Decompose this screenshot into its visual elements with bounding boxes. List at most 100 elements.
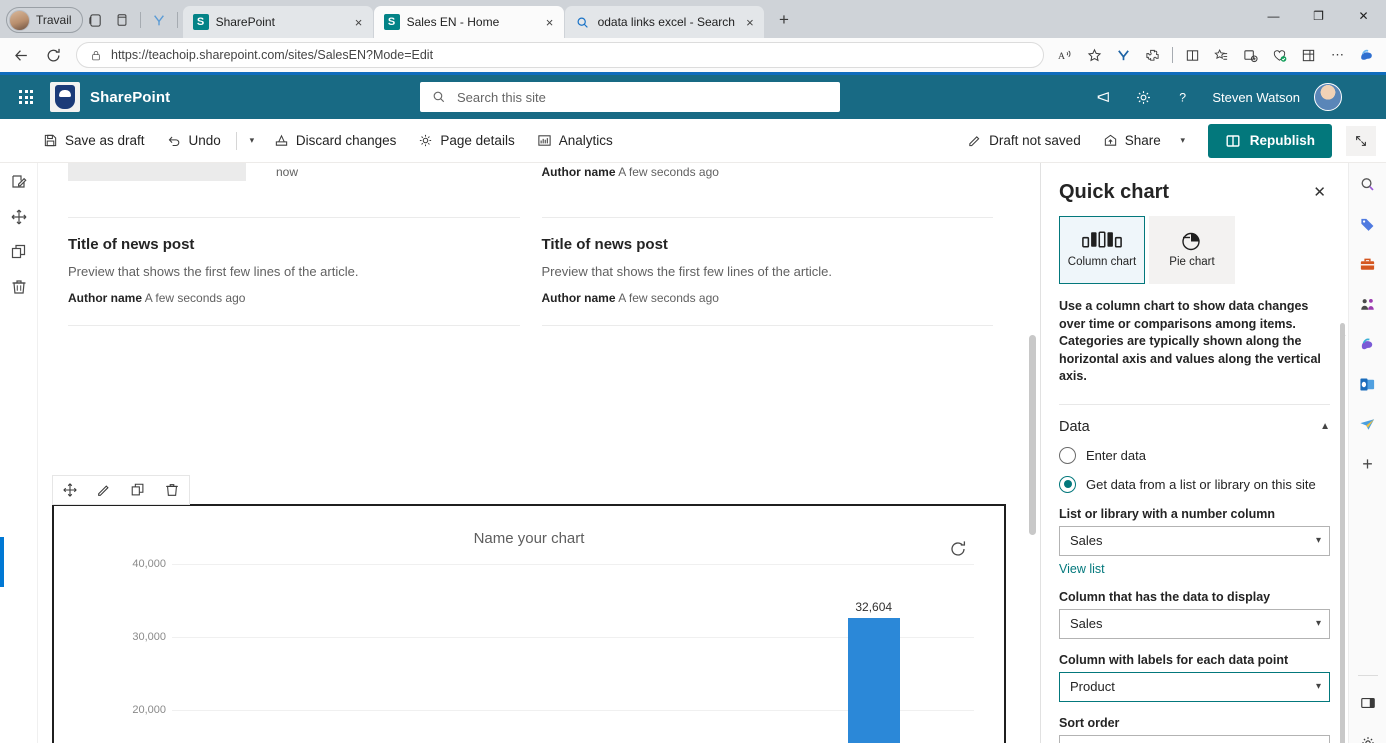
tag-icon[interactable]: [1355, 211, 1381, 237]
radio-button[interactable]: [1059, 475, 1076, 493]
republish-button[interactable]: Republish: [1207, 123, 1332, 158]
browser-tab-sales-en-home[interactable]: Sales EN - Home ×: [373, 6, 564, 38]
back-icon[interactable]: [6, 41, 36, 69]
browser-profile-button[interactable]: Travail: [6, 7, 83, 33]
share-button[interactable]: Share: [1094, 125, 1170, 157]
megaphone-icon[interactable]: [1087, 80, 1121, 114]
search-icon[interactable]: [1355, 171, 1381, 197]
chart-bar-group[interactable]: 786: [773, 564, 840, 743]
quick-chart-webpart[interactable]: Name your chart 010,00020,00030,00040,00…: [52, 504, 1006, 743]
close-icon[interactable]: ✕: [1309, 181, 1330, 203]
news-card[interactable]: Title of news post Preview that shows th…: [68, 218, 520, 305]
window-maximize-button[interactable]: ❐: [1296, 0, 1341, 32]
site-search-box[interactable]: Search this site: [420, 82, 840, 112]
browser-essentials-icon[interactable]: [1237, 42, 1264, 68]
refresh-chart-icon[interactable]: [948, 539, 968, 559]
chart-bar-group[interactable]: 5,273: [707, 564, 774, 743]
help-question-icon[interactable]: ?: [1165, 80, 1199, 114]
more-options-icon[interactable]: ⋯: [1324, 42, 1351, 68]
list-or-library-dropdown[interactable]: Sales ▾: [1059, 525, 1330, 556]
radio-get-data-from-list[interactable]: Get data from a list or library on this …: [1041, 464, 1348, 493]
chart-bar-group[interactable]: 7,895: [172, 564, 239, 743]
read-aloud-icon[interactable]: A: [1052, 42, 1079, 68]
copilot-icon[interactable]: [1355, 331, 1381, 357]
data-column-dropdown[interactable]: Sales ▾: [1059, 608, 1330, 639]
radio-button[interactable]: [1059, 446, 1076, 464]
browser-tab-odata-search[interactable]: odata links excel - Search ×: [564, 6, 764, 38]
address-bar[interactable]: https://teachoip.sharepoint.com/sites/Sa…: [76, 42, 1044, 68]
vertical-tabs-icon[interactable]: [109, 7, 135, 33]
chart-bar-group[interactable]: 32,604: [840, 564, 907, 743]
move-section-icon[interactable]: [8, 206, 30, 228]
duplicate-section-icon[interactable]: [8, 241, 30, 263]
edit-section-icon[interactable]: [8, 171, 30, 193]
chart-bar-group[interactable]: 4,260: [573, 564, 640, 743]
outlook-icon[interactable]: [1355, 371, 1381, 397]
app-launcher-icon[interactable]: [6, 77, 46, 117]
panel-toggle-icon[interactable]: [1355, 690, 1381, 716]
chart-type-column-chart[interactable]: Column chart: [1059, 216, 1145, 284]
undo-button[interactable]: Undo: [158, 125, 230, 157]
view-list-link[interactable]: View list: [1041, 556, 1348, 576]
move-webpart-icon[interactable]: [53, 476, 87, 504]
labels-column-dropdown[interactable]: Product ▾: [1059, 671, 1330, 702]
sort-order-dropdown[interactable]: No sort ▾: [1059, 734, 1330, 743]
window-minimize-button[interactable]: —: [1251, 0, 1296, 32]
chart-bar-group[interactable]: 2,107: [306, 564, 373, 743]
tab-close-icon[interactable]: ×: [542, 15, 558, 30]
reload-icon[interactable]: [38, 41, 68, 69]
delete-webpart-icon[interactable]: [155, 476, 189, 504]
page-details-button[interactable]: Page details: [409, 125, 523, 157]
collections-icon[interactable]: [1208, 42, 1235, 68]
chart-bar-group[interactable]: 1,724: [372, 564, 439, 743]
data-section-header[interactable]: Data ▲: [1041, 405, 1348, 435]
site-permissions-lock-icon[interactable]: [90, 49, 102, 62]
tab-search-icon[interactable]: [83, 7, 109, 33]
canvas-scrollbar[interactable]: [1029, 335, 1036, 535]
pane-scrollbar[interactable]: [1340, 323, 1345, 743]
apps-grid-icon[interactable]: [1295, 42, 1322, 68]
duplicate-webpart-icon[interactable]: [121, 476, 155, 504]
chart-bar-group[interactable]: 678: [907, 564, 974, 743]
yosemite-site-logo[interactable]: [50, 82, 80, 112]
favorite-star-icon[interactable]: [1081, 42, 1108, 68]
settings-gear-icon[interactable]: [1126, 80, 1160, 114]
user-avatar[interactable]: [1314, 83, 1342, 111]
sharepoint-brand-title[interactable]: SharePoint: [90, 89, 170, 106]
delete-section-icon[interactable]: [8, 276, 30, 298]
briefcase-icon[interactable]: [1355, 251, 1381, 277]
save-as-draft-button[interactable]: Save as draft: [34, 125, 154, 157]
news-card-title[interactable]: Title of news post: [542, 236, 994, 253]
yammer-pinned-icon[interactable]: [146, 7, 172, 33]
chart-bar-group[interactable]: 2,500: [439, 564, 506, 743]
collapse-ribbon-icon[interactable]: [1346, 125, 1376, 156]
extensions-puzzle-icon[interactable]: [1139, 42, 1166, 68]
chart-type-pie-chart[interactable]: Pie chart: [1149, 216, 1235, 284]
discard-changes-button[interactable]: Discard changes: [265, 125, 406, 157]
add-icon[interactable]: +: [1355, 451, 1381, 477]
browser-tab-sharepoint[interactable]: SharePoint ×: [182, 6, 373, 38]
user-name-label[interactable]: Steven Watson: [1212, 90, 1300, 105]
teams-send-icon[interactable]: [1355, 411, 1381, 437]
news-card[interactable]: Title of news post Preview that shows th…: [542, 218, 994, 305]
settings-gear-icon[interactable]: [1355, 730, 1381, 743]
yammer-icon[interactable]: [1110, 42, 1137, 68]
chart-bar-group[interactable]: 10,974: [640, 564, 707, 743]
share-dropdown-caret-icon[interactable]: ▾: [1174, 125, 1192, 157]
chart-title[interactable]: Name your chart: [54, 506, 1004, 547]
chevron-up-icon[interactable]: ▲: [1320, 421, 1330, 432]
tab-close-icon[interactable]: ×: [351, 15, 367, 30]
chart-bar[interactable]: [847, 618, 900, 743]
health-icon[interactable]: [1266, 42, 1293, 68]
people-icon[interactable]: [1355, 291, 1381, 317]
news-card-title[interactable]: Title of news post: [68, 236, 520, 253]
analytics-button[interactable]: Analytics: [528, 125, 622, 157]
copilot-icon[interactable]: [1353, 42, 1380, 68]
split-screen-icon[interactable]: [1179, 42, 1206, 68]
chart-bar-group[interactable]: 910: [239, 564, 306, 743]
new-tab-button[interactable]: +: [771, 7, 797, 33]
chart-bar-group[interactable]: 2,958: [506, 564, 573, 743]
window-close-button[interactable]: ✕: [1341, 0, 1386, 32]
radio-enter-data[interactable]: Enter data: [1041, 435, 1348, 464]
edit-webpart-icon[interactable]: [87, 476, 121, 504]
